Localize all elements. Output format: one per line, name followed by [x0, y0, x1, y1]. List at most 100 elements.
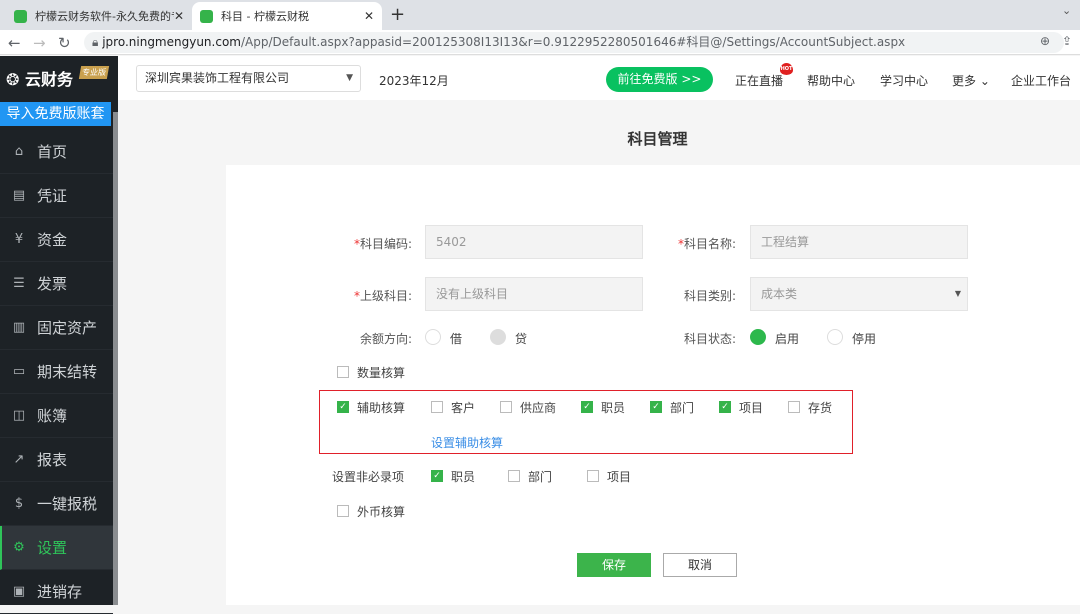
name-input[interactable]: 工程结算 [750, 225, 968, 259]
sidebar-item[interactable]: ¥ 资金 [0, 218, 113, 262]
caret-down-icon: ▼ [346, 73, 353, 83]
set-aux-link[interactable]: 设置辅助核算 [431, 434, 503, 451]
lock-icon: 🔒︎ [92, 35, 103, 49]
sidebar: ❂ 云财务 专业版 导入免费版账套 ⌂ 首页 ▤ 凭证 ¥ 资金 ☰ 发票 ▥ 固定资产 ▭ 期末结转… [0, 56, 118, 614]
sidebar-item-label: 设置 [37, 539, 68, 557]
building-icon: ▥ [12, 320, 26, 335]
company-select[interactable]: 深圳宾果装饰工程有限公司 ▼ [136, 65, 361, 92]
caret-down-icon: ▼ [954, 289, 961, 298]
sidebar-item[interactable]: ☰ 发票 [0, 262, 113, 306]
sidebar-item[interactable]: ↗ 报表 [0, 438, 113, 482]
checkbox[interactable] [788, 401, 800, 413]
browser-tab[interactable]: 柠檬云财务软件-永久免费的专业 ✕ [6, 2, 192, 30]
share-icon[interactable]: ⇪ [1062, 34, 1072, 48]
checkbox[interactable]: ✓ [650, 401, 662, 413]
direction-credit-radio[interactable] [490, 329, 506, 345]
parent-input[interactable]: 没有上级科目 [425, 277, 643, 311]
favicon-icon [14, 9, 27, 23]
sidebar-item[interactable]: ▥ 固定资产 [0, 306, 113, 350]
url-input[interactable]: 🔒︎ jpro.ningmengyun.com/App/Default.aspx… [84, 32, 1064, 53]
forward-icon[interactable]: → [33, 34, 46, 52]
direction-label: 余额方向: [359, 332, 412, 346]
checkbox[interactable]: ✓ [719, 401, 731, 413]
sidebar-item-label: 一键报税 [37, 495, 98, 513]
import-account-button[interactable]: 导入免费版账套 [0, 102, 111, 126]
chevron-down-icon: ⌄ [979, 74, 990, 88]
checkbox-label: 部门 [528, 470, 553, 484]
sidebar-item[interactable]: ⚙ 设置 [0, 526, 113, 570]
sidebar-item[interactable]: $ 一键报税 [0, 482, 113, 526]
sidebar-item[interactable]: ▭ 期末结转 [0, 350, 113, 394]
sidebar-item[interactable]: ▤ 凭证 [0, 174, 113, 218]
save-button[interactable]: 保存 [577, 553, 651, 577]
workspace-link[interactable]: 企业工作台 [1011, 72, 1071, 89]
sidebar-item-label: 资金 [37, 231, 68, 249]
code-label: *科目编码: [353, 237, 412, 251]
enabled-label: 启用 [775, 332, 800, 346]
name-label: *科目名称: [677, 237, 736, 251]
sidebar-item-label: 发票 [37, 275, 68, 293]
sidebar-item-label: 期末结转 [37, 363, 98, 381]
code-input[interactable]: 5402 [425, 225, 643, 259]
checkbox-label: 部门 [670, 401, 695, 415]
sidebar-item[interactable]: ◫ 账簿 [0, 394, 113, 438]
calendar-icon: ▭ [12, 364, 26, 379]
page-title: 科目管理 [627, 130, 688, 148]
sidebar-item[interactable]: ⌂ 首页 [0, 130, 113, 174]
inventory-icon: ▣ [12, 584, 26, 599]
foreign-currency-checkbox[interactable] [337, 505, 349, 517]
checkbox[interactable] [431, 401, 443, 413]
checkbox[interactable] [587, 470, 599, 482]
zoom-icon[interactable]: ⊕ [1040, 34, 1050, 48]
invoice-icon: ☰ [13, 276, 25, 291]
sidebar-item-label: 进销存 [37, 583, 83, 601]
period-label: 2023年12月 [379, 74, 449, 88]
live-link[interactable]: 正在直播 [735, 72, 783, 89]
edition-badge: 专业版 [78, 66, 110, 79]
checkbox[interactable]: ✓ [581, 401, 593, 413]
back-icon[interactable]: ← [8, 34, 21, 52]
voucher-icon: ▤ [12, 188, 26, 203]
close-tab-icon[interactable]: ✕ [174, 9, 184, 23]
quantity-checkbox[interactable] [337, 366, 349, 378]
close-tab-icon[interactable]: ✕ [364, 9, 374, 23]
browser-tab-bar: 柠檬云财务软件-永久免费的专业 ✕ 科目 - 柠檬云财税 ✕ + ⌄ [0, 0, 1080, 30]
sidebar-scrollbar[interactable] [113, 112, 118, 605]
status-enabled-radio[interactable] [750, 329, 766, 345]
status-label: 科目状态: [683, 332, 736, 346]
help-link[interactable]: 帮助中心 [807, 72, 855, 89]
aux-accounting-checkbox[interactable]: ✓ [337, 401, 349, 413]
browser-tab-active[interactable]: 科目 - 柠檬云财税 ✕ [192, 2, 382, 30]
aux-accounting-label: 辅助核算 [357, 401, 406, 415]
sidebar-item-label: 首页 [37, 143, 68, 161]
credit-label: 贷 [515, 332, 528, 346]
checkbox[interactable]: ✓ [431, 470, 443, 482]
favicon-icon [200, 9, 213, 23]
tab-search-icon[interactable]: ⌄ [1062, 4, 1071, 17]
checkbox-label: 客户 [451, 401, 476, 415]
status-disabled-radio[interactable] [827, 329, 843, 345]
category-label: 科目类别: [683, 289, 736, 303]
checkbox[interactable] [508, 470, 520, 482]
chart-icon: ↗ [13, 452, 25, 467]
parent-label: *上级科目: [353, 289, 412, 303]
quantity-label: 数量核算 [357, 366, 406, 380]
book-icon: ◫ [12, 408, 26, 423]
logo: ❂ 云财务 [6, 70, 73, 89]
sidebar-item[interactable]: ▣ 进销存 [0, 570, 113, 614]
sidebar-item-label: 报表 [37, 451, 68, 469]
more-menu[interactable]: 更多 ⌄ [952, 72, 990, 89]
cancel-button[interactable]: 取消 [663, 553, 737, 577]
checkbox[interactable] [500, 401, 512, 413]
category-select[interactable]: 成本类 ▼ [750, 277, 968, 311]
debit-label: 借 [450, 332, 463, 346]
reload-icon[interactable]: ↻ [58, 34, 71, 52]
new-tab-button[interactable]: + [390, 4, 405, 25]
free-version-button[interactable]: 前往免费版 >> [606, 67, 713, 92]
home-icon: ⌂ [14, 144, 24, 159]
learning-link[interactable]: 学习中心 [880, 72, 928, 89]
direction-debit-radio[interactable] [425, 329, 441, 345]
checkbox-label: 职员 [451, 470, 476, 484]
address-bar-row: ← → ↻ 🔒︎ jpro.ningmengyun.com/App/Defaul… [0, 30, 1080, 55]
checkbox-label: 供应商 [520, 401, 557, 415]
